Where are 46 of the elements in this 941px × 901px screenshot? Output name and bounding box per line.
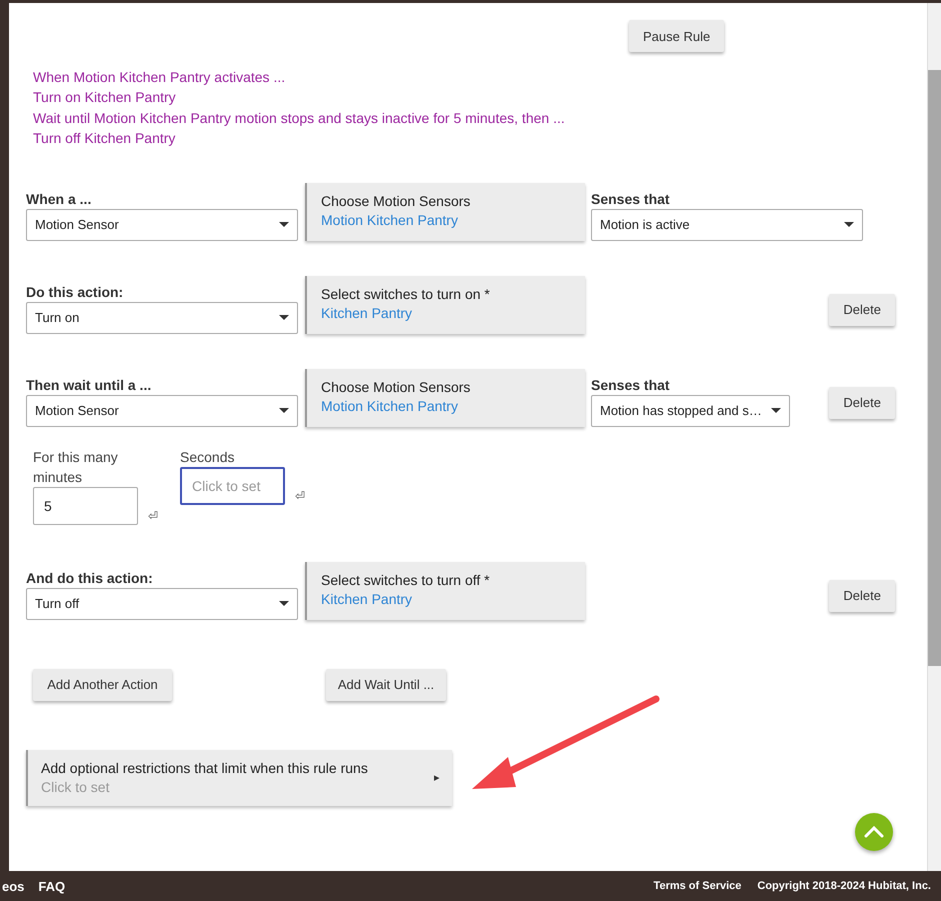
caret-icon bbox=[844, 222, 854, 228]
scrollbar[interactable] bbox=[927, 3, 941, 871]
caret-icon bbox=[279, 222, 289, 228]
dropdown[interactable]: Motion Sensor bbox=[26, 394, 298, 427]
restrictions-button[interactable]: Add optional restrictions that limit when this rule runs Click to set ▸ bbox=[26, 750, 452, 806]
enter-icon: ⏎ bbox=[148, 508, 158, 523]
delete-button[interactable]: Delete bbox=[829, 580, 895, 612]
field-label: Do this action: bbox=[26, 282, 124, 302]
add-button[interactable]: Add Another Action bbox=[33, 668, 172, 701]
field-label: Seconds bbox=[180, 448, 236, 467]
field-label: Then wait until a ... bbox=[26, 376, 152, 395]
device-chooser[interactable]: Select switches to turn off * Kitchen Pantry bbox=[305, 562, 585, 620]
dropdown[interactable]: Motion is active bbox=[591, 208, 863, 241]
dropdown[interactable]: Turn off bbox=[26, 588, 298, 620]
footer-link[interactable]: Terms of Service bbox=[654, 880, 742, 892]
add-button[interactable]: Add Wait Until ... bbox=[326, 668, 446, 701]
field-label: And do this action: bbox=[26, 568, 154, 588]
enter-icon: ⏎ bbox=[295, 488, 305, 503]
rule-summary-line: Turn off Kitchen Pantry bbox=[33, 129, 176, 148]
field-label: Senses that bbox=[591, 190, 671, 209]
rule-summary-line: Wait until Motion Kitchen Pantry motion stops and stays inactive for 5 minutes, then ... bbox=[33, 108, 566, 128]
pause-rule-button[interactable]: Pause Rule bbox=[629, 20, 724, 52]
device-chooser[interactable]: Choose Motion Sensors Motion Kitchen Pantry bbox=[305, 368, 585, 427]
footer-link[interactable]: eos bbox=[2, 878, 24, 894]
chevron-up-icon bbox=[864, 826, 884, 838]
rule-summary-line: Turn on Kitchen Pantry bbox=[33, 88, 177, 108]
field-label: Senses that bbox=[591, 376, 671, 395]
caret-icon bbox=[771, 408, 781, 414]
dropdown[interactable]: Motion has stopped and s… bbox=[591, 394, 790, 427]
device-chooser[interactable]: Choose Motion Sensors Motion Kitchen Pantry bbox=[305, 182, 585, 241]
delete-button[interactable]: Delete bbox=[829, 294, 895, 326]
footer-link[interactable]: FAQ bbox=[38, 878, 66, 894]
caret-icon bbox=[279, 601, 289, 606]
rule-summary-line: When Motion Kitchen Pantry activates ... bbox=[33, 68, 286, 87]
input-field[interactable]: Click to set bbox=[180, 466, 285, 505]
copyright-text: Copyright 2018-2024 Hubitat, Inc. bbox=[757, 880, 931, 892]
scroll-to-top-button[interactable] bbox=[855, 813, 893, 851]
field-label: For this many minutes bbox=[33, 448, 119, 487]
caret-icon bbox=[279, 315, 289, 320]
delete-button[interactable]: Delete bbox=[829, 386, 895, 419]
dropdown[interactable]: Motion Sensor bbox=[26, 208, 298, 241]
device-chooser[interactable]: Select switches to turn on * Kitchen Pantry bbox=[305, 276, 585, 334]
caret-icon bbox=[279, 408, 289, 414]
input-field[interactable]: 5 bbox=[33, 486, 138, 525]
field-label: When a ... bbox=[26, 190, 92, 209]
dropdown[interactable]: Turn on bbox=[26, 302, 298, 334]
